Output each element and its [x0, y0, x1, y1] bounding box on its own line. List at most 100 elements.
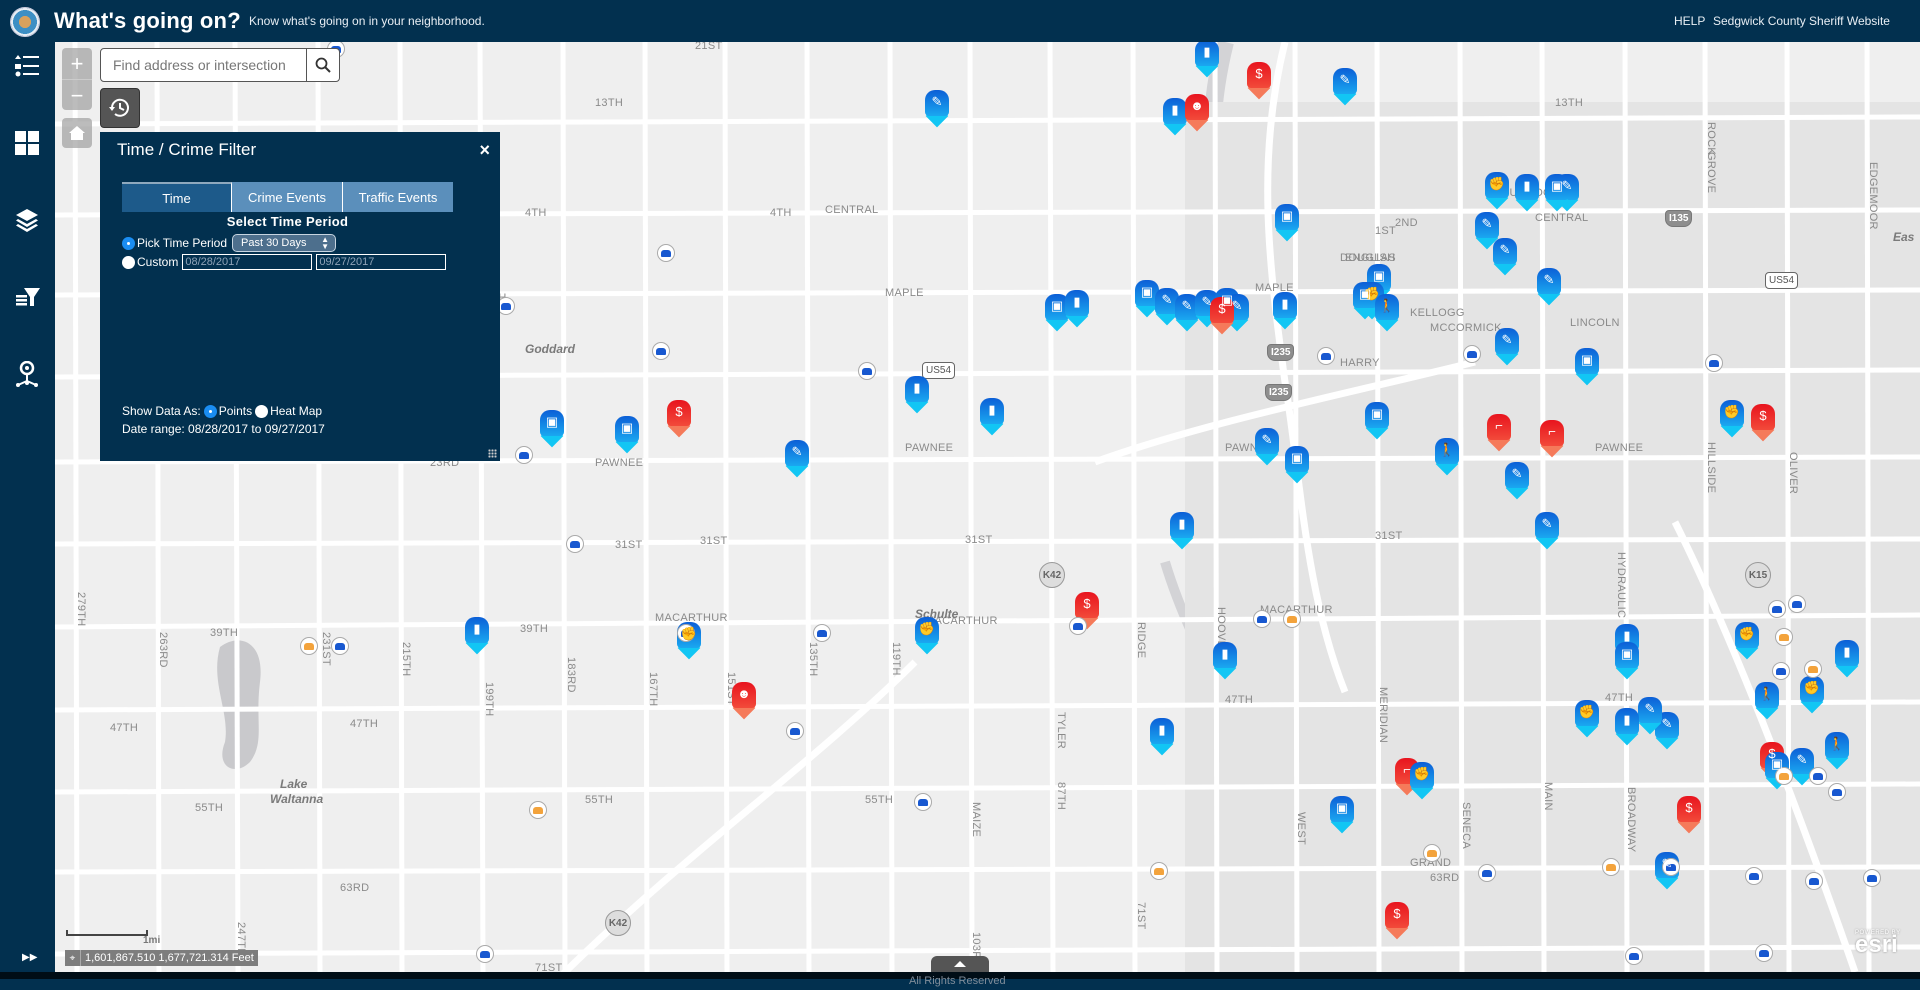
incident-marker[interactable]: ▮ [1150, 718, 1174, 756]
vehicle-incident-icon[interactable] [1705, 354, 1723, 372]
sheriff-website-link[interactable]: Sedgwick County Sheriff Website [1713, 14, 1890, 28]
vehicle-incident-icon[interactable] [1745, 867, 1763, 885]
vehicle-incident-icon[interactable] [1828, 783, 1846, 801]
vehicle-incident-icon[interactable] [1150, 862, 1168, 880]
incident-marker[interactable]: ✊ [677, 622, 701, 660]
tab-time[interactable]: Time [122, 182, 232, 212]
help-link[interactable]: HELP [1674, 14, 1705, 28]
zoom-in-button[interactable]: + [62, 48, 92, 79]
incident-marker[interactable]: ✎ [1655, 712, 1679, 750]
incident-marker[interactable]: ▣ [540, 410, 564, 448]
pick-period-radio[interactable] [122, 236, 135, 250]
incident-marker[interactable]: ✎ [1537, 268, 1561, 306]
custom-start-date[interactable] [182, 254, 313, 270]
incident-marker[interactable]: ✎ [1493, 238, 1517, 276]
incident-marker[interactable]: ▮ [1170, 512, 1194, 550]
vehicle-incident-icon[interactable] [1423, 844, 1441, 862]
incident-marker[interactable]: ▮ [1515, 174, 1539, 212]
crosshair-icon[interactable]: ⌖ [65, 950, 81, 966]
custom-end-date[interactable] [316, 254, 447, 270]
incident-marker[interactable]: ✎ [785, 440, 809, 478]
attribution-toggle[interactable] [931, 956, 989, 972]
incident-marker[interactable]: ✊ [1720, 400, 1744, 438]
vehicle-incident-icon[interactable] [331, 637, 349, 655]
incident-marker[interactable]: 🚶 [1375, 294, 1399, 332]
vehicle-incident-icon[interactable] [1478, 864, 1496, 882]
incident-marker[interactable]: ▮ [905, 376, 929, 414]
incident-marker[interactable]: ✎ [1255, 428, 1279, 466]
crime-marker[interactable]: ☻ [732, 682, 756, 720]
vehicle-incident-icon[interactable] [1768, 600, 1786, 618]
vehicle-incident-icon[interactable] [566, 535, 584, 553]
vehicle-incident-icon[interactable] [1863, 869, 1881, 887]
vehicle-incident-icon[interactable] [529, 801, 547, 819]
incident-marker[interactable]: ▣ [1545, 174, 1569, 212]
incident-marker[interactable]: ▣ [1353, 282, 1377, 320]
incident-marker[interactable]: ✊ [1485, 172, 1509, 210]
incident-marker[interactable]: ▣ [1575, 348, 1599, 386]
crime-marker[interactable]: ☻ [1185, 94, 1209, 132]
crime-marker[interactable]: ⌐ [1487, 414, 1511, 452]
crime-marker[interactable]: $ [1677, 796, 1701, 834]
incident-marker[interactable]: ✊ [1735, 622, 1759, 660]
incident-marker[interactable]: ▣ [1615, 642, 1639, 680]
incident-marker[interactable]: ▣ [1330, 796, 1354, 834]
zoom-out-button[interactable]: − [62, 80, 92, 111]
vehicle-incident-icon[interactable] [1755, 944, 1773, 962]
incident-marker[interactable]: ▮ [1835, 640, 1859, 678]
network-button[interactable] [10, 357, 44, 391]
layer-filter-button[interactable] [10, 280, 44, 314]
vehicle-incident-icon[interactable] [515, 446, 533, 464]
period-select[interactable]: Past 30 Days ▲ ▼ [232, 234, 337, 252]
search-input[interactable] [101, 49, 306, 81]
vehicle-incident-icon[interactable] [1602, 858, 1620, 876]
points-radio[interactable] [203, 404, 217, 418]
incident-marker[interactable]: ✊ [915, 617, 939, 655]
search-button[interactable] [306, 49, 339, 81]
crime-marker[interactable]: $ [1210, 297, 1234, 335]
expand-sidebar-icon[interactable]: ▶▶ [22, 952, 37, 963]
vehicle-incident-icon[interactable] [858, 362, 876, 380]
incident-marker[interactable]: ▮ [1163, 98, 1187, 136]
crime-marker[interactable]: $ [1385, 902, 1409, 940]
widgets-button[interactable] [10, 126, 44, 160]
incident-marker[interactable]: ✊ [1800, 676, 1824, 714]
heatmap-radio[interactable] [255, 404, 269, 418]
vehicle-incident-icon[interactable] [1283, 610, 1301, 628]
custom-radio[interactable] [122, 255, 135, 269]
vehicle-incident-icon[interactable] [1069, 617, 1087, 635]
incident-marker[interactable]: 🚶 [1755, 682, 1779, 720]
vehicle-incident-icon[interactable] [476, 945, 494, 963]
incident-marker[interactable]: ▮ [980, 398, 1004, 436]
incident-marker[interactable]: ✎ [1535, 512, 1559, 550]
vehicle-incident-icon[interactable] [1775, 628, 1793, 646]
layers-button[interactable] [10, 203, 44, 237]
vehicle-incident-icon[interactable] [652, 342, 670, 360]
crime-marker[interactable]: $ [1247, 62, 1271, 100]
incident-marker[interactable]: ✊ [1410, 762, 1434, 800]
vehicle-incident-icon[interactable] [1317, 347, 1335, 365]
close-icon[interactable]: × [479, 140, 490, 161]
incident-marker[interactable]: ▮ [1065, 290, 1089, 328]
vehicle-incident-icon[interactable] [786, 722, 804, 740]
incident-marker[interactable]: ▣ [615, 416, 639, 454]
vehicle-incident-icon[interactable] [813, 624, 831, 642]
incident-marker[interactable]: ▮ [1615, 708, 1639, 746]
incident-marker[interactable]: ▮ [1213, 642, 1237, 680]
tab-traffic-events[interactable]: Traffic Events [343, 182, 453, 212]
legend-button[interactable] [10, 49, 44, 83]
vehicle-incident-icon[interactable] [1788, 595, 1806, 613]
incident-marker[interactable]: ✎ [1333, 68, 1357, 106]
vehicle-incident-icon[interactable] [300, 637, 318, 655]
tab-crime-events[interactable]: Crime Events [232, 182, 343, 212]
vehicle-incident-icon[interactable] [1463, 345, 1481, 363]
incident-marker[interactable]: ▣ [1285, 446, 1309, 484]
sheriff-logo[interactable] [10, 7, 40, 37]
incident-marker[interactable]: 🚶 [1825, 732, 1849, 770]
vehicle-incident-icon[interactable] [657, 244, 675, 262]
vehicle-incident-icon[interactable] [1809, 767, 1827, 785]
vehicle-incident-icon[interactable] [914, 793, 932, 811]
incident-marker[interactable]: ▮ [1195, 42, 1219, 78]
vehicle-incident-icon[interactable] [1804, 660, 1822, 678]
home-button[interactable] [62, 118, 92, 148]
